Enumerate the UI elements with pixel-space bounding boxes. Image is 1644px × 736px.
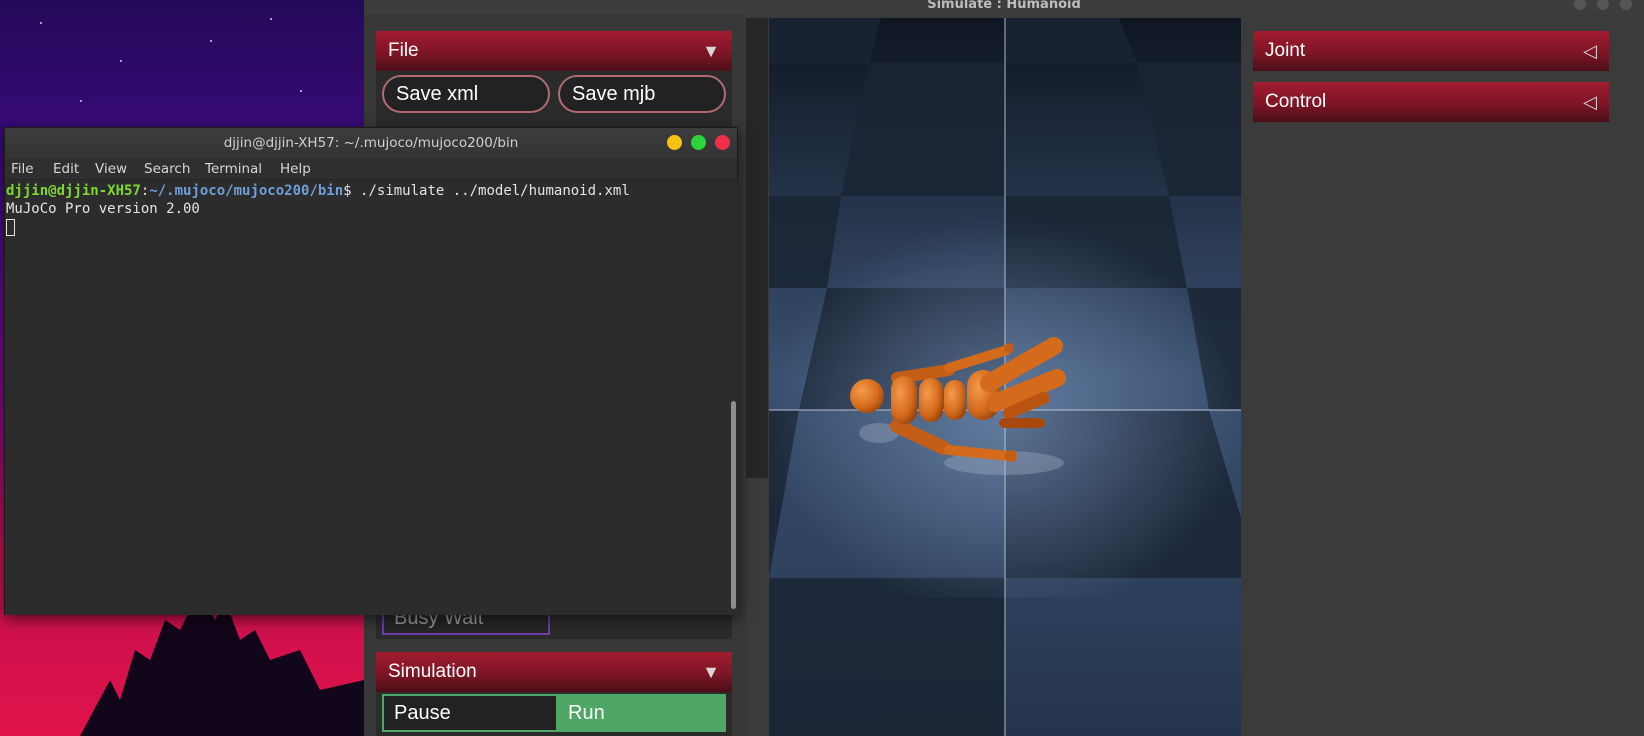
file-section-header[interactable]: File ▼ xyxy=(376,31,732,71)
save-mjb-button[interactable]: Save mjb xyxy=(558,75,726,113)
text-cursor xyxy=(6,219,15,236)
output-line: MuJoCo Pro version 2.00 xyxy=(6,201,200,217)
prompt-line: djjin@djjin-XH57:~/.mujoco/mujoco200/bin… xyxy=(6,183,630,199)
minimize-icon[interactable] xyxy=(667,135,682,150)
menu-file[interactable]: File xyxy=(11,161,34,177)
expand-triangle-icon: ◁ xyxy=(1583,41,1597,61)
terminal-titlebar[interactable]: djjin@djjin-XH57: ~/.mujoco/mujoco200/bi… xyxy=(5,128,737,158)
terminal-scrollbar[interactable] xyxy=(729,181,738,615)
section-title: Simulation xyxy=(388,661,477,682)
collapse-triangle-icon: ▼ xyxy=(702,41,720,61)
scene-render xyxy=(769,18,1241,736)
cursor-line xyxy=(6,219,15,237)
prompt-user: djjin@djjin-XH57 xyxy=(6,183,141,199)
expand-triangle-icon: ◁ xyxy=(1583,92,1597,112)
save-xml-button[interactable]: Save xml xyxy=(382,75,550,113)
menu-edit[interactable]: Edit xyxy=(53,161,79,177)
3d-viewport[interactable] xyxy=(769,18,1241,736)
terminal-menubar: File Edit View Search Terminal Help xyxy=(5,158,737,180)
prompt-symbol: $ xyxy=(343,183,352,199)
section-title: File xyxy=(388,40,419,61)
scrollbar-thumb[interactable] xyxy=(731,401,736,609)
panel-scrollbar[interactable] xyxy=(746,18,768,478)
prompt-path: ~/.mujoco/mujoco200/bin xyxy=(149,183,344,199)
joint-section-header[interactable]: Joint ◁ xyxy=(1253,31,1609,71)
control-section-header[interactable]: Control ◁ xyxy=(1253,82,1609,122)
maximize-icon[interactable] xyxy=(691,135,706,150)
section-title: Joint xyxy=(1265,40,1306,61)
terminal-window: djjin@djjin-XH57: ~/.mujoco/mujoco200/bi… xyxy=(4,127,738,615)
window-title: Simulate : Humanoid xyxy=(927,0,1081,12)
menu-search[interactable]: Search xyxy=(144,161,190,177)
command-text: ./simulate ../model/humanoid.xml xyxy=(351,183,630,199)
section-title: Control xyxy=(1265,91,1327,112)
run-option[interactable]: Run xyxy=(558,694,726,732)
terminal-title: djjin@djjin-XH57: ~/.mujoco/mujoco200/bi… xyxy=(223,135,519,151)
close-icon[interactable] xyxy=(715,135,730,150)
menu-terminal[interactable]: Terminal xyxy=(205,161,262,177)
simulation-section-header[interactable]: Simulation ▼ xyxy=(376,652,732,692)
desktop: Simulate : Humanoid File ▼ Save xml Save… xyxy=(0,0,1644,736)
menu-help[interactable]: Help xyxy=(280,161,311,177)
right-ui-panel: Joint ◁ Control ◁ xyxy=(1241,14,1644,736)
terminal-output[interactable]: djjin@djjin-XH57:~/.mujoco/mujoco200/bin… xyxy=(5,181,729,615)
simulation-section-body: Pause Run xyxy=(376,692,732,736)
menu-view[interactable]: View xyxy=(95,161,127,177)
collapse-triangle-icon: ▼ xyxy=(702,662,720,682)
pause-option[interactable]: Pause xyxy=(382,694,558,732)
simulate-titlebar[interactable]: Simulate : Humanoid xyxy=(364,0,1644,14)
